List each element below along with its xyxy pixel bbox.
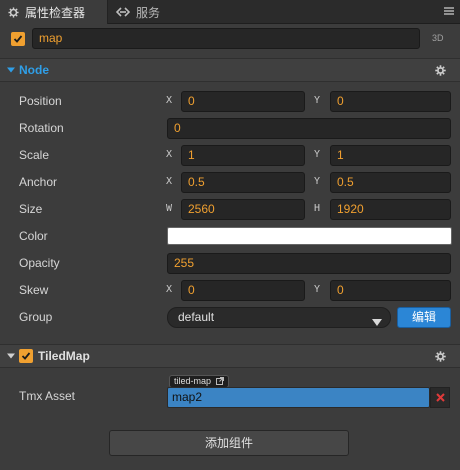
panel-menu-icon[interactable]: [444, 5, 454, 15]
opacity-input[interactable]: 255: [167, 253, 451, 274]
3d-toggle[interactable]: 3D: [432, 33, 444, 43]
tab-services-label: 服务: [136, 5, 161, 20]
scale-x-axis: X: [166, 149, 173, 160]
anchor-x-input[interactable]: 0.5: [181, 172, 305, 193]
opacity-label: Opacity: [19, 256, 60, 270]
tab-inspector-label: 属性检查器: [25, 5, 86, 20]
scale-label: Scale: [19, 148, 50, 162]
skew-x-axis: X: [166, 284, 173, 295]
caret-down-icon: [7, 66, 15, 74]
size-width-input[interactable]: 2560: [181, 199, 305, 220]
anchor-y-axis: Y: [314, 176, 321, 187]
node-name-input[interactable]: map: [32, 28, 420, 49]
group-select-value: default: [178, 310, 215, 324]
add-component-button[interactable]: 添加组件: [109, 430, 349, 456]
close-icon: [435, 393, 445, 402]
tmx-asset-field[interactable]: map2: [167, 387, 430, 408]
tmx-asset-clear-button[interactable]: [430, 387, 450, 408]
tab-services[interactable]: 服务: [108, 0, 188, 24]
scale-y-axis: Y: [314, 149, 321, 160]
skew-x-input[interactable]: 0: [181, 280, 305, 301]
group-select[interactable]: default: [167, 307, 391, 328]
gear-icon[interactable]: [435, 351, 446, 362]
tiledmap-enabled-checkbox[interactable]: [19, 349, 33, 363]
anchor-x-axis: X: [166, 176, 173, 187]
tab-bar: 属性检查器 服务: [0, 0, 460, 24]
caret-down-icon: [372, 314, 382, 333]
color-label: Color: [19, 229, 48, 243]
position-y-axis: Y: [314, 95, 321, 106]
node-active-checkbox[interactable]: [11, 32, 25, 46]
position-label: Position: [19, 94, 62, 108]
scale-y-input[interactable]: 1: [330, 145, 451, 166]
position-y-input[interactable]: 0: [330, 91, 451, 112]
gear-icon: [8, 6, 19, 18]
color-swatch[interactable]: [167, 227, 452, 245]
node-section-title: Node: [19, 63, 49, 77]
rotation-input[interactable]: 0: [167, 118, 451, 139]
size-h-axis: H: [314, 203, 321, 214]
size-height-input[interactable]: 1920: [330, 199, 451, 220]
tiledmap-section-header[interactable]: TiledMap: [0, 344, 460, 368]
skew-label: Skew: [19, 283, 49, 297]
link-icon: [116, 7, 130, 17]
tmx-asset-label: Tmx Asset: [19, 389, 76, 403]
caret-down-icon: [7, 352, 15, 360]
position-x-input[interactable]: 0: [181, 91, 305, 112]
size-w-axis: W: [166, 203, 173, 214]
anchor-label: Anchor: [19, 175, 58, 189]
gear-icon[interactable]: [435, 65, 446, 76]
group-label: Group: [19, 310, 53, 324]
anchor-y-input[interactable]: 0.5: [330, 172, 451, 193]
group-edit-button[interactable]: 编辑: [397, 307, 451, 328]
asset-type-label: tiled-map: [174, 376, 212, 386]
position-x-axis: X: [166, 95, 173, 106]
tab-inspector[interactable]: 属性检查器: [0, 0, 108, 24]
size-label: Size: [19, 202, 43, 216]
skew-y-axis: Y: [314, 284, 321, 295]
node-section-header[interactable]: Node: [0, 58, 460, 82]
scale-x-input[interactable]: 1: [181, 145, 305, 166]
tiledmap-section-title: TiledMap: [38, 349, 90, 363]
skew-y-input[interactable]: 0: [330, 280, 451, 301]
rotation-label: Rotation: [19, 121, 64, 135]
